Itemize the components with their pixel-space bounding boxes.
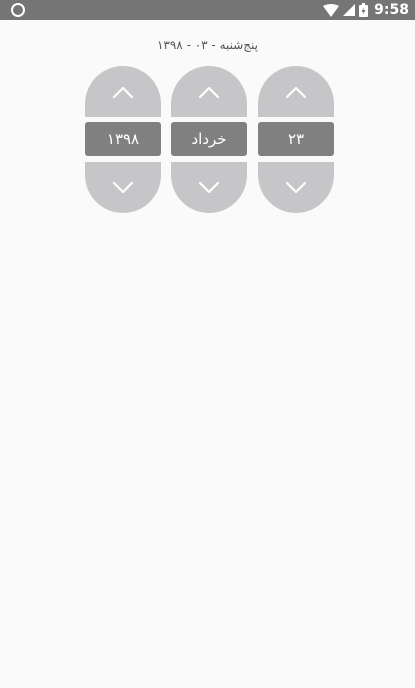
year-picker: ۱۳۹۸	[85, 66, 161, 213]
day-value[interactable]: ۲۳	[258, 122, 334, 156]
chevron-up-icon	[285, 85, 307, 99]
chevron-down-icon	[112, 181, 134, 195]
day-decrement-button[interactable]	[258, 162, 334, 213]
day-picker: ۲۳	[258, 66, 334, 213]
day-increment-button[interactable]	[258, 66, 334, 117]
chevron-up-icon	[198, 85, 220, 99]
year-value[interactable]: ۱۳۹۸	[85, 122, 161, 156]
chevron-down-icon	[198, 181, 220, 195]
month-decrement-button[interactable]	[171, 162, 247, 213]
month-picker: خرداد	[171, 66, 247, 213]
selected-date-caption: پنج‌شنبه - ۰۳ - ۱۳۹۸	[156, 38, 259, 52]
circle-notification-icon	[11, 3, 25, 17]
battery-icon	[359, 3, 369, 17]
status-bar: 9:58	[0, 0, 415, 20]
cell-signal-icon	[343, 4, 356, 16]
wifi-icon	[323, 3, 340, 17]
year-decrement-button[interactable]	[85, 162, 161, 213]
chevron-down-icon	[285, 181, 307, 195]
month-increment-button[interactable]	[171, 66, 247, 117]
status-icons: 9:58	[323, 0, 409, 20]
year-increment-button[interactable]	[85, 66, 161, 117]
status-time: 9:58	[374, 2, 409, 18]
chevron-up-icon	[112, 85, 134, 99]
month-value[interactable]: خرداد	[171, 122, 247, 156]
